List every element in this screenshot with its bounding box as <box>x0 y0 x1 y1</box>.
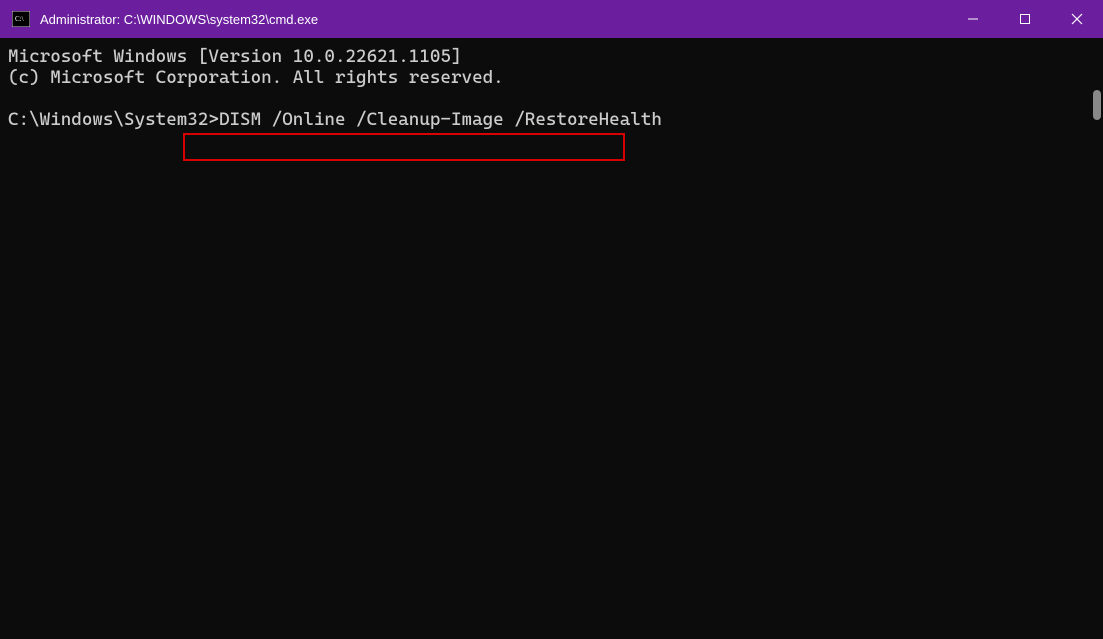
window-controls <box>947 0 1103 38</box>
scrollbar-thumb[interactable] <box>1093 90 1101 120</box>
cmd-icon: C:\ <box>12 10 30 28</box>
command-text: DISM /Online /Cleanup-Image /RestoreHeal… <box>219 109 662 130</box>
blank-line <box>8 88 1095 109</box>
minimize-button[interactable] <box>947 0 999 38</box>
terminal-line-copyright: (c) Microsoft Corporation. All rights re… <box>8 67 1095 88</box>
close-button[interactable] <box>1051 0 1103 38</box>
terminal-line-version: Microsoft Windows [Version 10.0.22621.11… <box>8 46 1095 67</box>
maximize-button[interactable] <box>999 0 1051 38</box>
prompt-text: C:\Windows\System32> <box>8 109 219 130</box>
titlebar: C:\ Administrator: C:\WINDOWS\system32\c… <box>0 0 1103 38</box>
titlebar-left: C:\ Administrator: C:\WINDOWS\system32\c… <box>12 10 318 28</box>
terminal-prompt-line: C:\Windows\System32>DISM /Online /Cleanu… <box>8 109 1095 130</box>
highlight-annotation <box>183 133 625 161</box>
terminal-area[interactable]: Microsoft Windows [Version 10.0.22621.11… <box>0 38 1103 639</box>
window-title: Administrator: C:\WINDOWS\system32\cmd.e… <box>40 12 318 27</box>
svg-text:C:\: C:\ <box>15 15 24 23</box>
